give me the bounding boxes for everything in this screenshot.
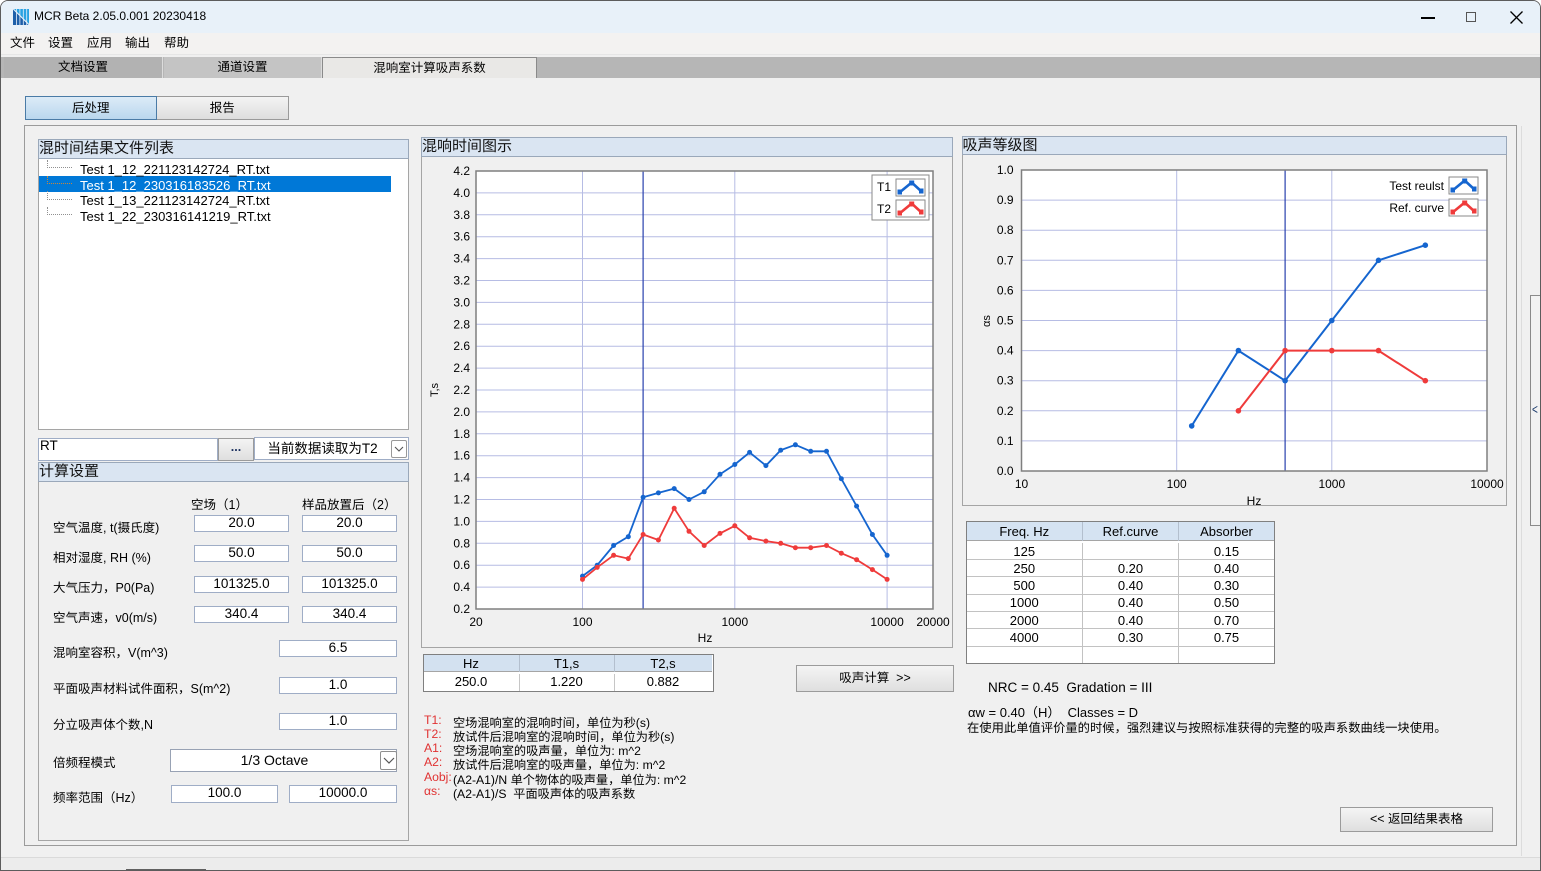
svg-text:1000: 1000 [721,615,748,629]
svg-text:Test reulst: Test reulst [1389,179,1444,193]
svg-text:4.0: 4.0 [453,186,470,200]
svg-text:T,s: T,s [429,382,441,397]
svg-text:T2: T2 [877,202,891,216]
svg-text:10: 10 [1015,477,1029,491]
svg-text:0.8: 0.8 [997,223,1014,237]
svg-text:1.6: 1.6 [453,449,470,463]
svg-text:T1: T1 [877,180,891,194]
svg-text:1.4: 1.4 [453,471,470,485]
svg-text:3.8: 3.8 [453,208,470,222]
svg-text:0.4: 0.4 [453,580,470,594]
svg-text:10000: 10000 [870,615,904,629]
svg-text:20000: 20000 [916,615,950,629]
svg-text:2.8: 2.8 [453,317,470,331]
svg-text:0.7: 0.7 [997,253,1014,267]
svg-text:100: 100 [572,615,592,629]
svg-text:0.2: 0.2 [997,404,1014,418]
svg-text:2.6: 2.6 [453,339,470,353]
svg-text:0.3: 0.3 [997,374,1014,388]
svg-text:1.2: 1.2 [453,493,470,507]
svg-text:0.6: 0.6 [997,283,1014,297]
svg-text:2.2: 2.2 [453,383,470,397]
svg-text:0.8: 0.8 [453,536,470,550]
svg-text:3.0: 3.0 [453,295,470,309]
svg-text:αs: αs [981,315,993,327]
svg-text:0.5: 0.5 [997,314,1014,328]
svg-text:3.4: 3.4 [453,252,470,266]
svg-text:1.0: 1.0 [997,163,1014,177]
svg-text:0.2: 0.2 [453,602,470,616]
svg-text:3.6: 3.6 [453,230,470,244]
svg-text:2.0: 2.0 [453,405,470,419]
svg-text:3.2: 3.2 [453,274,470,288]
svg-text:2.4: 2.4 [453,361,470,375]
svg-text:Hz: Hz [698,631,713,645]
svg-text:1000: 1000 [1318,477,1345,491]
svg-text:0.9: 0.9 [997,193,1014,207]
svg-text:10000: 10000 [1470,477,1504,491]
svg-text:20: 20 [469,615,483,629]
svg-text:1.0: 1.0 [453,514,470,528]
svg-text:0.1: 0.1 [997,434,1014,448]
svg-text:0.6: 0.6 [453,558,470,572]
svg-text:100: 100 [1167,477,1187,491]
svg-text:1.8: 1.8 [453,427,470,441]
svg-text:4.2: 4.2 [453,164,470,178]
svg-text:0.0: 0.0 [997,464,1014,478]
svg-text:0.4: 0.4 [997,344,1014,358]
svg-text:Ref. curve: Ref. curve [1389,201,1444,215]
svg-text:Hz: Hz [1247,494,1262,508]
